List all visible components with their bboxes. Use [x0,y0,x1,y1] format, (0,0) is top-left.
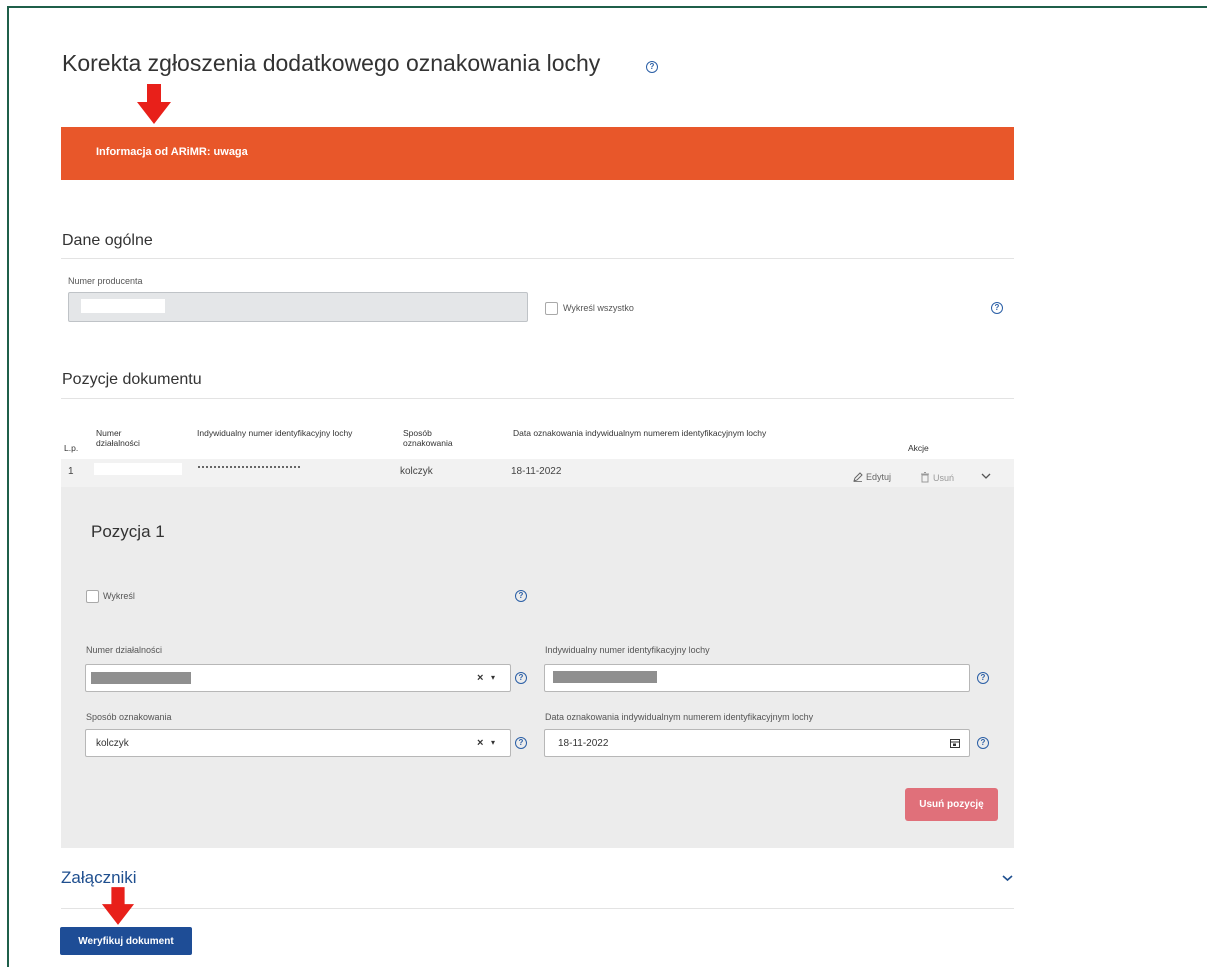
help-icon[interactable]: ? [515,590,527,602]
row-marking-method: kolczyk [400,466,433,477]
marking-method-select[interactable]: kolczyk × ▾ [85,729,511,757]
general-section-title: Dane ogólne [62,232,153,249]
attachments-title[interactable]: Załączniki [61,868,137,888]
remove-position-button[interactable]: Usuń pozycję [905,788,998,821]
positions-section-title: Pozycje dokumentu [62,371,202,388]
delete-button[interactable]: Usuń [920,472,954,483]
marking-date-label: Data oznakowania indywidualnym numerem i… [545,712,814,722]
column-header-actions: Akcje [908,443,929,453]
redacted-sow-id [553,671,657,683]
column-header-sow-id: Indywidualny numer identyfikacyjny lochy [197,428,353,438]
redacted-activity-number [91,672,191,684]
producer-number-field[interactable] [68,292,528,322]
pencil-icon [853,472,863,482]
column-header-lp: L.p. [64,443,79,453]
help-icon[interactable]: ? [991,302,1003,314]
redacted-value [81,299,165,313]
strike-checkbox[interactable] [86,590,99,603]
redacted-sow-id [198,466,300,468]
help-icon[interactable]: ? [977,737,989,749]
help-icon[interactable]: ? [977,672,989,684]
help-icon[interactable]: ? [515,672,527,684]
banner-text: Informacja od ARiMR: uwaga [96,146,248,158]
column-header-activity-number: Numer działalności [96,428,140,448]
page-title: Korekta zgłoszenia dodatkowego oznakowan… [62,50,601,76]
activity-number-select[interactable]: × ▾ [85,664,511,692]
column-header-marking-date: Data oznakowania indywidualnym numerem i… [513,428,767,438]
marking-date-input[interactable]: 18-11-2022 [544,729,970,757]
caret-down-icon[interactable]: ▾ [491,673,495,682]
clear-x-icon[interactable]: × [477,737,483,749]
chevron-down-icon[interactable] [981,472,991,480]
verify-document-button[interactable]: Weryfikuj dokument [60,927,192,955]
producer-number-label: Numer producenta [68,276,143,286]
red-arrow-down-icon [137,84,171,124]
sow-id-input[interactable] [544,664,970,692]
redacted-activity-number [94,463,182,475]
position-title: Pozycja 1 [91,522,165,541]
activity-number-label: Numer działalności [86,645,163,655]
clear-x-icon[interactable]: × [477,672,483,684]
divider [61,398,1014,399]
row-marking-date: 18-11-2022 [511,466,562,477]
marking-date-value: 18-11-2022 [558,738,609,749]
edit-button[interactable]: Edytuj [853,472,891,482]
help-icon[interactable]: ? [646,61,658,73]
delete-label: Usuń [933,472,955,483]
strike-all-label: Wykreśl wszystko [563,303,634,313]
strike-all-checkbox[interactable] [545,302,558,315]
calendar-icon[interactable] [950,738,960,748]
divider [61,908,1014,909]
red-arrow-down-icon [101,887,135,925]
divider [61,258,1014,259]
edit-label: Edytuj [866,472,892,482]
marking-method-label: Sposób oznakowania [86,712,172,722]
trash-icon [921,472,929,483]
row-lp: 1 [68,466,74,477]
column-header-marking-method: Sposób oznakowania [403,428,453,448]
marking-method-value: kolczyk [96,738,129,749]
strike-label: Wykreśl [103,591,135,601]
help-icon[interactable]: ? [515,737,527,749]
sow-id-label: Indywidualny numer identyfikacyjny lochy [545,645,710,655]
caret-down-icon[interactable]: ▾ [491,738,495,747]
chevron-down-icon[interactable] [1002,874,1013,882]
